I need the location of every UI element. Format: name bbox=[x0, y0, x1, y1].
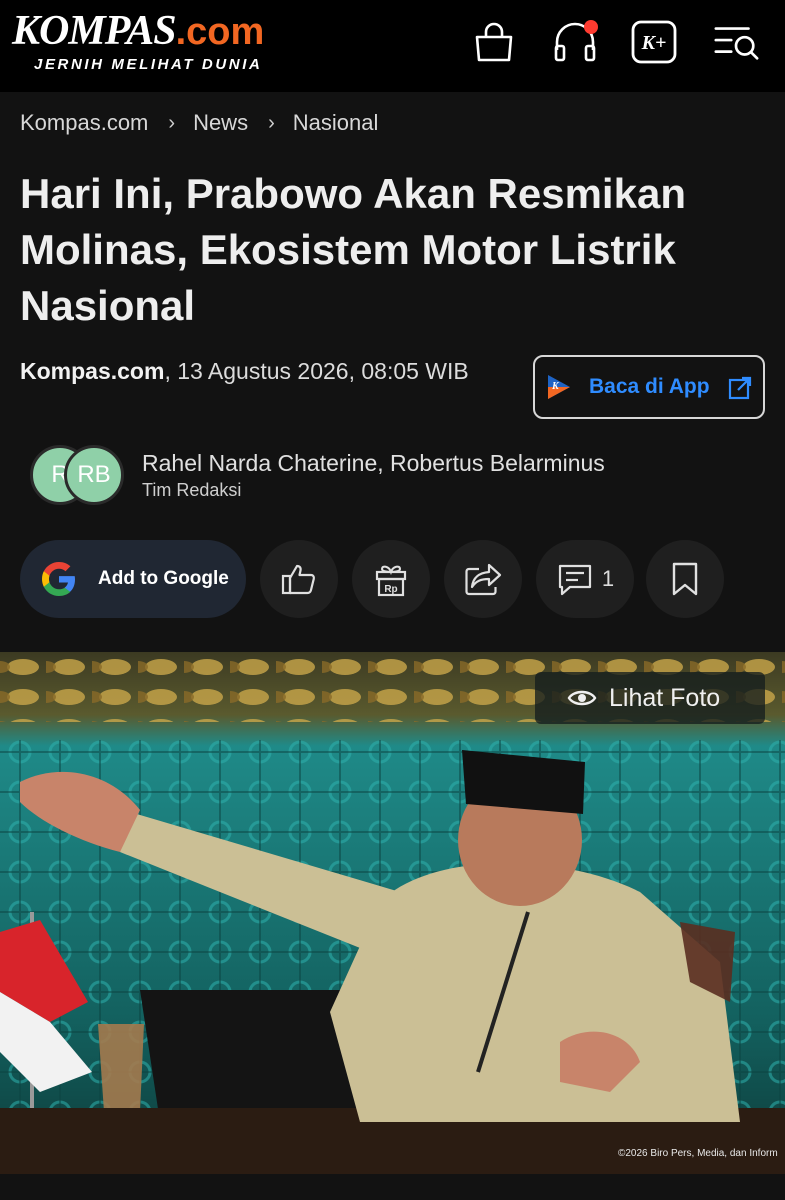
bottom-strip bbox=[0, 1174, 785, 1200]
breadcrumb-item-news[interactable]: News bbox=[193, 110, 248, 136]
breadcrumb: Kompas.com › News › Nasional bbox=[20, 108, 378, 138]
svg-text:K: K bbox=[551, 381, 560, 392]
bookmark-button[interactable] bbox=[646, 540, 724, 618]
headphones-icon[interactable] bbox=[551, 18, 599, 66]
shopping-bag-icon[interactable] bbox=[470, 18, 518, 66]
breadcrumb-separator: › bbox=[168, 111, 176, 134]
breadcrumb-item-home[interactable]: Kompas.com bbox=[20, 110, 148, 136]
comment-icon bbox=[558, 564, 591, 596]
gift-rp-icon: Rp bbox=[375, 565, 407, 597]
google-icon bbox=[42, 562, 75, 596]
view-photo-label: Lihat Foto bbox=[609, 683, 721, 712]
comment-count: 1 bbox=[601, 566, 615, 591]
breadcrumb-separator: › bbox=[268, 111, 275, 134]
share-icon bbox=[465, 563, 502, 596]
read-in-app-button[interactable]: K Baca di App bbox=[533, 355, 765, 419]
logo-wordmark: KOMPAS.com bbox=[12, 10, 264, 53]
logo-suffix: .com bbox=[175, 11, 265, 53]
bookmark-icon bbox=[672, 562, 698, 596]
comment-button[interactable]: 1 bbox=[536, 540, 634, 618]
avatar: RB bbox=[64, 445, 124, 505]
like-button[interactable] bbox=[260, 540, 338, 618]
author-names[interactable]: Rahel Narda Chaterine, Robertus Belarmin… bbox=[142, 448, 605, 478]
site-header: KOMPAS.com JERNIH MELIHAT DUNIA K+ bbox=[0, 0, 785, 92]
page: KOMPAS.com JERNIH MELIHAT DUNIA K+ Kompa… bbox=[0, 0, 785, 1200]
article-title: Hari Ini, Prabowo Akan Resmikan Molinas,… bbox=[20, 170, 686, 329]
author-team: Tim Redaksi bbox=[142, 480, 242, 500]
article-source[interactable]: Kompas.com bbox=[20, 358, 164, 384]
view-photo-button[interactable]: Lihat Foto bbox=[535, 672, 765, 724]
add-to-google-button[interactable]: Add to Google bbox=[20, 540, 246, 618]
gift-button[interactable]: Rp bbox=[352, 540, 430, 618]
kompas-logo[interactable]: KOMPAS.com JERNIH MELIHAT DUNIA bbox=[12, 10, 264, 73]
eye-icon bbox=[567, 690, 597, 706]
logo-tagline: JERNIH MELIHAT DUNIA bbox=[34, 56, 263, 73]
photo-illustration bbox=[0, 652, 785, 1174]
kplus-label: K+ bbox=[641, 32, 667, 54]
menu-search-icon[interactable] bbox=[712, 18, 760, 66]
article-date: , 13 Agustus 2026, 08:05 WIB bbox=[164, 358, 469, 384]
kompas-plus-icon[interactable]: K+ bbox=[630, 18, 678, 66]
logo-main-text: KOMPAS bbox=[12, 8, 177, 54]
author-avatars[interactable]: R RB bbox=[30, 445, 130, 505]
breadcrumb-item-nasional[interactable]: Nasional bbox=[293, 110, 379, 136]
read-in-app-label: Baca di App bbox=[589, 375, 710, 398]
article-meta: Kompas.com, 13 Agustus 2026, 08:05 WIB bbox=[20, 356, 490, 386]
external-link-icon bbox=[728, 376, 752, 400]
share-button[interactable] bbox=[444, 540, 522, 618]
like-icon bbox=[281, 564, 316, 595]
kompas-app-icon: K bbox=[548, 375, 570, 399]
author-info: Rahel Narda Chaterine, Robertus Belarmin… bbox=[142, 448, 605, 501]
photo-credit: ©2026 Biro Pers, Media, dan Inform bbox=[618, 1148, 778, 1159]
add-to-google-label: Add to Google bbox=[98, 568, 229, 589]
gift-label: Rp bbox=[384, 584, 397, 595]
article-photo[interactable] bbox=[0, 652, 785, 1174]
